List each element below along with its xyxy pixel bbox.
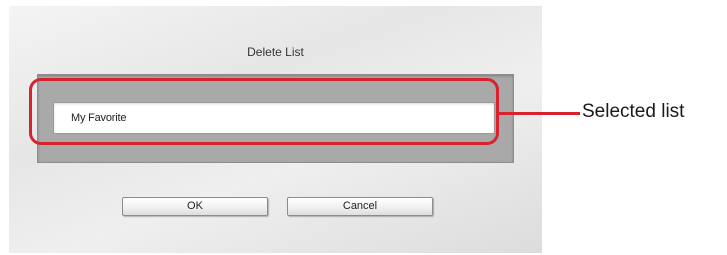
cancel-button[interactable]: Cancel: [287, 197, 433, 216]
selection-highlight: [29, 78, 499, 145]
callout-line: [499, 112, 580, 115]
dialog-title: Delete List: [247, 45, 304, 59]
callout-label: Selected list: [582, 101, 685, 122]
ok-button[interactable]: OK: [122, 197, 268, 216]
